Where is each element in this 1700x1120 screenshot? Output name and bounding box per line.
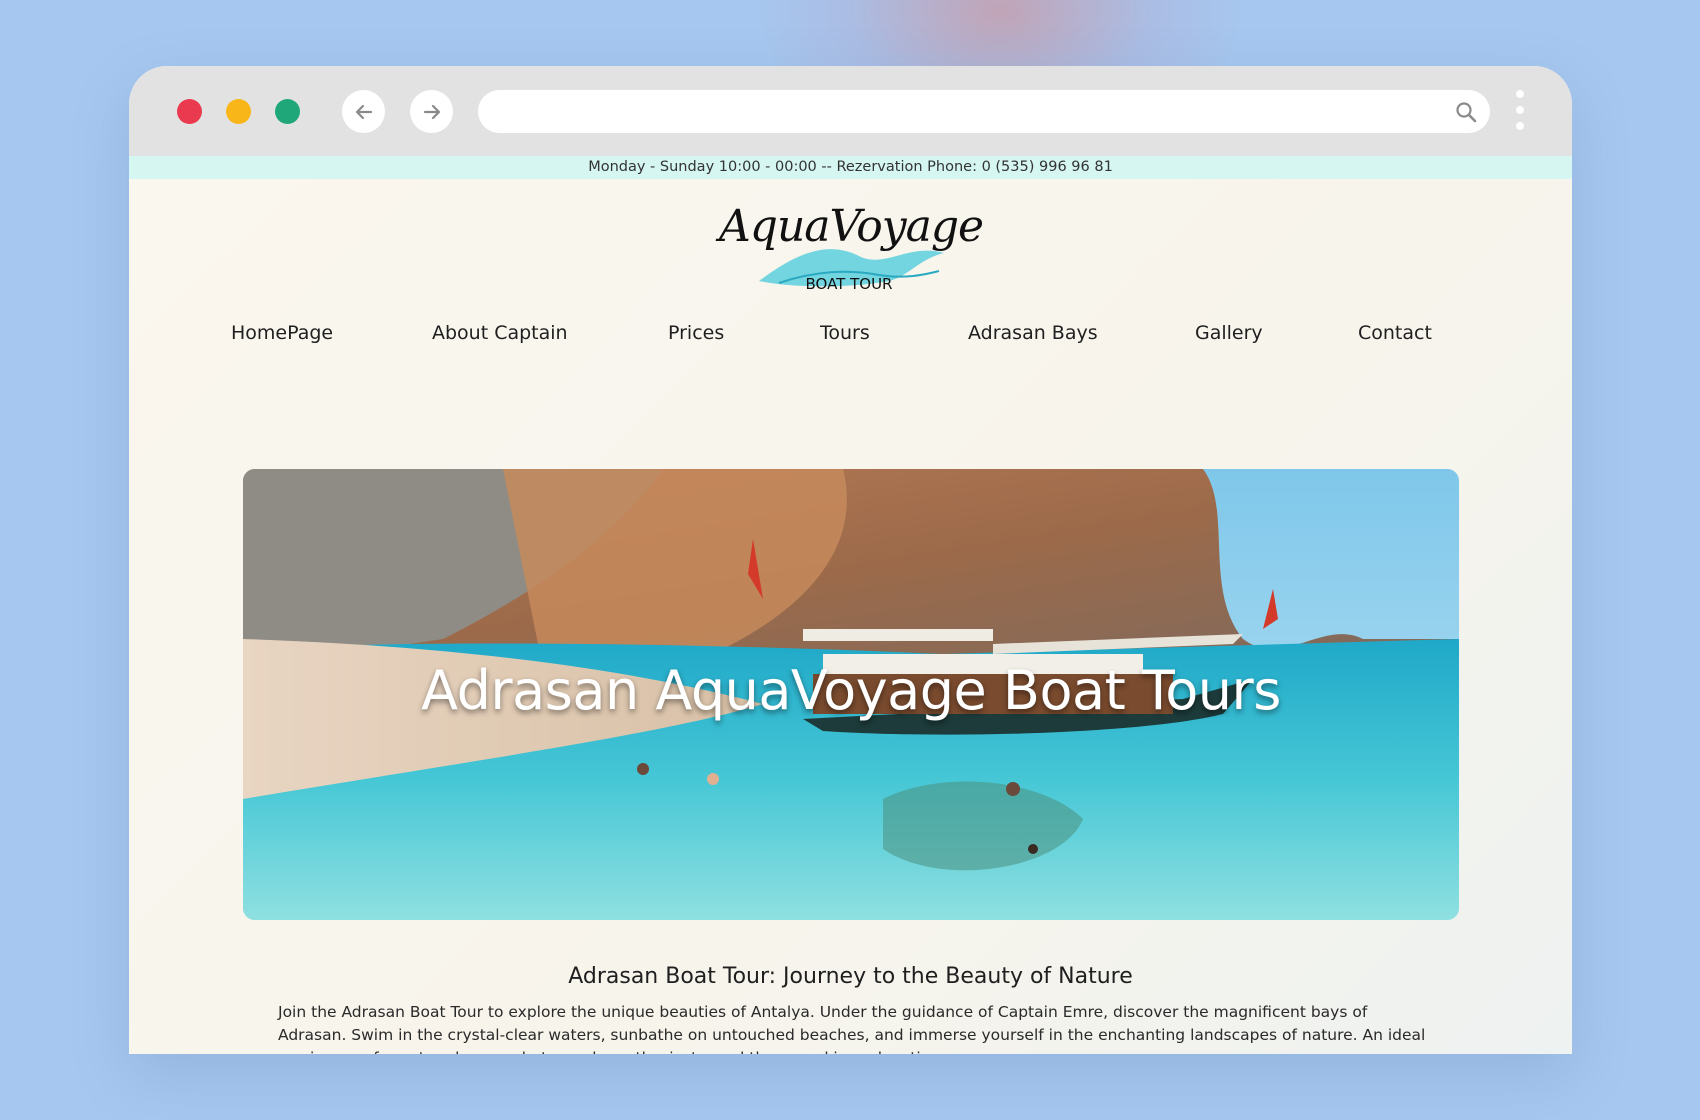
nav-homepage[interactable]: HomePage bbox=[231, 322, 333, 344]
browser-chrome bbox=[129, 66, 1572, 156]
nav-gallery[interactable]: Gallery bbox=[1195, 322, 1263, 344]
logo-script-text: AquaVoyage bbox=[719, 201, 984, 252]
nav-prices[interactable]: Prices bbox=[668, 322, 724, 344]
minimize-window-button[interactable] bbox=[226, 99, 251, 124]
nav-adrasan-bays[interactable]: Adrasan Bays bbox=[968, 322, 1098, 344]
search-icon[interactable] bbox=[1454, 100, 1478, 124]
logo-subtitle: BOAT TOUR bbox=[805, 275, 893, 293]
address-bar[interactable] bbox=[478, 90, 1490, 133]
browser-window: Monday - Sunday 10:00 - 00:00 -- Rezerva… bbox=[129, 66, 1572, 1054]
maximize-window-button[interactable] bbox=[275, 99, 300, 124]
nav-tours[interactable]: Tours bbox=[820, 322, 870, 344]
nav-contact[interactable]: Contact bbox=[1358, 322, 1432, 344]
arrow-right-icon bbox=[423, 104, 440, 119]
site-logo[interactable]: AquaVoyage BOAT TOUR bbox=[719, 201, 984, 301]
section-title: Adrasan Boat Tour: Journey to the Beauty… bbox=[568, 964, 1133, 989]
hero-banner: Adrasan AquaVoyage Boat Tours bbox=[243, 469, 1459, 920]
page-content: AquaVoyage BOAT TOUR HomePage About Capt… bbox=[129, 179, 1572, 1054]
back-button[interactable] bbox=[342, 90, 385, 133]
info-bar: Monday - Sunday 10:00 - 00:00 -- Rezerva… bbox=[129, 156, 1572, 179]
kebab-menu-icon[interactable] bbox=[1514, 90, 1526, 136]
forward-button[interactable] bbox=[410, 90, 453, 133]
hero-title: Adrasan AquaVoyage Boat Tours bbox=[421, 659, 1281, 722]
main-navigation: HomePage About Captain Prices Tours Adra… bbox=[129, 322, 1572, 352]
close-window-button[interactable] bbox=[177, 99, 202, 124]
nav-about-captain[interactable]: About Captain bbox=[432, 322, 568, 344]
section-body: Join the Adrasan Boat Tour to explore th… bbox=[278, 1003, 1426, 1054]
arrow-left-icon bbox=[355, 104, 372, 119]
